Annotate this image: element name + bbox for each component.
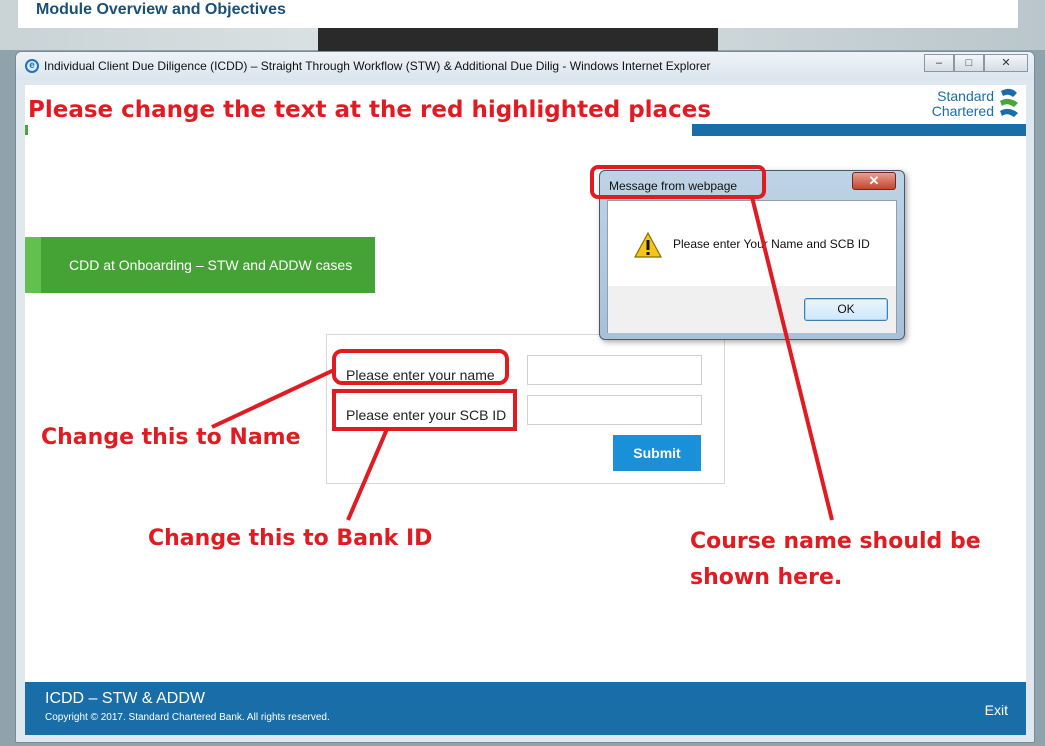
scb-id-input[interactable]: [527, 395, 702, 425]
dialog-body: Please enter Your Name and SCB ID OK: [607, 200, 897, 333]
section-banner: CDD at Onboarding – STW and ADDW cases: [25, 237, 375, 293]
footer-copyright: Copyright © 2017. Standard Chartered Ban…: [45, 712, 330, 723]
window-controls: – □ ✕: [924, 54, 1028, 72]
dialog-ok-button[interactable]: OK: [804, 298, 888, 321]
annotation-instruction: Please change the text at the red highli…: [28, 97, 712, 123]
name-input[interactable]: [527, 355, 702, 385]
window-titlebar[interactable]: e Individual Client Due Diligence (ICDD)…: [16, 52, 1034, 80]
warning-icon: [633, 231, 663, 258]
annotation-change-name: Change this to Name: [41, 425, 301, 450]
annotation-change-bank-id: Change this to Bank ID: [148, 526, 433, 551]
annotation-course-name: Course name should be shown here.: [690, 529, 981, 590]
window-title: Individual Client Due Diligence (ICDD) –…: [44, 59, 711, 73]
footer-course-title: ICDD – STW & ADDW: [45, 690, 206, 707]
dialog-close-button[interactable]: ✕: [852, 172, 896, 190]
brand-line-1: Standard: [937, 88, 994, 104]
restore-button[interactable]: □: [954, 54, 984, 72]
standard-chartered-logo-icon: [1000, 88, 1018, 117]
dialog-title: Message from webpage: [609, 179, 738, 193]
ie-logo-icon: e: [25, 59, 39, 73]
section-banner-label: CDD at Onboarding – STW and ADDW cases: [69, 257, 353, 273]
scb-id-label: Please enter your SCB ID: [346, 407, 507, 423]
brand-line-2: Chartered: [931, 103, 994, 119]
dialog-message: Please enter Your Name and SCB ID: [673, 237, 870, 251]
background-heading: Module Overview and Objectives: [36, 1, 286, 18]
exit-button[interactable]: Exit: [985, 702, 1008, 718]
name-label: Please enter your name: [346, 367, 495, 383]
window-close-button[interactable]: ✕: [984, 54, 1028, 72]
minimize-button[interactable]: –: [924, 54, 954, 72]
title-accent: [25, 125, 28, 135]
submit-button[interactable]: Submit: [613, 435, 701, 471]
background-image: [318, 28, 718, 52]
brand-logo-text: Standard Chartered: [932, 89, 994, 119]
header-band: [692, 124, 1026, 136]
message-dialog: Message from webpage ✕ Please enter Your…: [599, 170, 905, 340]
browser-window: e Individual Client Due Diligence (ICDD)…: [15, 51, 1035, 743]
footer: ICDD – STW & ADDW Copyright © 2017. Stan…: [25, 682, 1026, 735]
